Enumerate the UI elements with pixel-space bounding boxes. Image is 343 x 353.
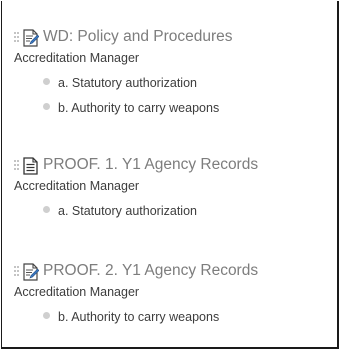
bullet-icon: [43, 206, 50, 214]
standard-item-label: b. Authority to carry weapons: [58, 100, 220, 115]
doc-text-icon: [23, 157, 38, 175]
document-title[interactable]: PROOF. 2. Y1 Agency Records: [43, 262, 258, 280]
doc-edit-icon: [23, 263, 39, 281]
document-owner: Accreditation Manager: [14, 51, 140, 65]
standard-item[interactable]: b. Authority to carry weapons: [43, 308, 219, 326]
standard-item[interactable]: a. Statutory authorization: [43, 202, 197, 220]
standard-item-label: b. Authority to carry weapons: [58, 309, 220, 324]
drag-handle-icon[interactable]: [14, 266, 19, 278]
document-owner: Accreditation Manager: [14, 285, 140, 299]
drag-handle-icon[interactable]: [14, 32, 19, 44]
standard-item-label: a. Statutory authorization: [58, 203, 197, 218]
document-list-panel: WD: Policy and Procedures Accreditation …: [1, 1, 339, 349]
drag-handle-icon[interactable]: [14, 160, 19, 172]
document-title[interactable]: PROOF. 1. Y1 Agency Records: [43, 156, 258, 174]
standard-item[interactable]: a. Statutory authorization: [43, 74, 197, 92]
standard-item[interactable]: b. Authority to carry weapons: [43, 99, 219, 117]
standard-item-label: a. Statutory authorization: [58, 75, 197, 90]
document-owner: Accreditation Manager: [14, 179, 140, 193]
doc-edit-icon: [23, 29, 39, 47]
document-title[interactable]: WD: Policy and Procedures: [43, 28, 233, 46]
bullet-icon: [43, 312, 50, 320]
bullet-icon: [43, 78, 50, 86]
bullet-icon: [43, 103, 50, 111]
